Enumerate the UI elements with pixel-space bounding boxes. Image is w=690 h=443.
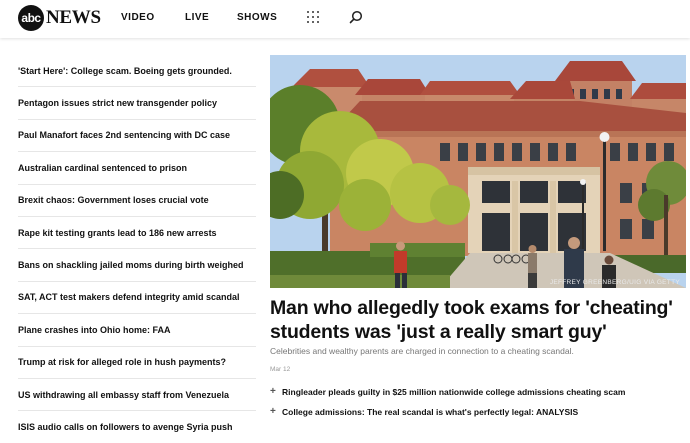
feature-subhead: Celebrities and wealthy parents are char… bbox=[270, 346, 574, 356]
photo-credit: JEFFREY GREENBERG/UIG VIA GETTY bbox=[549, 279, 680, 286]
story-link[interactable]: 'Start Here': College scam. Boeing gets … bbox=[18, 55, 256, 88]
story-link[interactable]: Bans on shackling jailed moms during bir… bbox=[18, 249, 256, 282]
nav-shows[interactable]: SHOWS bbox=[237, 12, 277, 23]
story-link[interactable]: Paul Manafort faces 2nd sentencing with … bbox=[18, 120, 256, 153]
story-link[interactable]: Trump at risk for alleged role in hush p… bbox=[18, 347, 256, 379]
story-link[interactable]: SAT, ACT test makers defend integrity am… bbox=[18, 282, 256, 315]
top-stories-list: 'Start Here': College scam. Boeing gets … bbox=[18, 55, 256, 443]
feature-photo[interactable]: JEFFREY GREENBERG/UIG VIA GETTY bbox=[270, 55, 686, 288]
feature-headline[interactable]: Man who allegedly took exams for 'cheati… bbox=[270, 296, 686, 344]
nav-video[interactable]: VIDEO bbox=[121, 12, 155, 23]
abc-logo-mark: abc bbox=[18, 5, 44, 31]
story-link[interactable]: Pentagon issues strict new transgender p… bbox=[18, 87, 256, 120]
story-link[interactable]: Rape kit testing grants lead to 186 new … bbox=[18, 217, 256, 250]
plus-icon: + bbox=[270, 406, 276, 417]
related-story[interactable]: + College admissions: The real scandal i… bbox=[270, 406, 578, 417]
story-link[interactable]: US withdrawing all embassy staff from Ve… bbox=[18, 379, 256, 412]
related-story[interactable]: + Ringleader pleads guilty in $25 millio… bbox=[270, 386, 625, 397]
search-icon[interactable] bbox=[349, 10, 363, 24]
grid-menu-icon[interactable] bbox=[307, 11, 319, 23]
news-wordmark: NEWS bbox=[46, 7, 101, 28]
abc-news-logo[interactable]: abc NEWS bbox=[18, 5, 101, 31]
story-link[interactable]: Australian cardinal sentenced to prison bbox=[18, 152, 256, 185]
nav-live[interactable]: LIVE bbox=[185, 12, 209, 23]
plus-icon: + bbox=[270, 386, 276, 397]
story-link[interactable]: Plane crashes into Ohio home: FAA bbox=[18, 314, 256, 347]
story-link[interactable]: Brexit chaos: Government loses crucial v… bbox=[18, 185, 256, 217]
story-link[interactable]: ISIS audio calls on followers to avenge … bbox=[18, 411, 256, 442]
related-story-label: College admissions: The real scandal is … bbox=[282, 406, 579, 417]
site-header: abc NEWS VIDEO LIVE SHOWS bbox=[0, 0, 690, 38]
feature-date: Mar 12 bbox=[270, 366, 291, 373]
related-story-label: Ringleader pleads guilty in $25 million … bbox=[282, 386, 626, 397]
campus-building-image bbox=[270, 55, 686, 288]
